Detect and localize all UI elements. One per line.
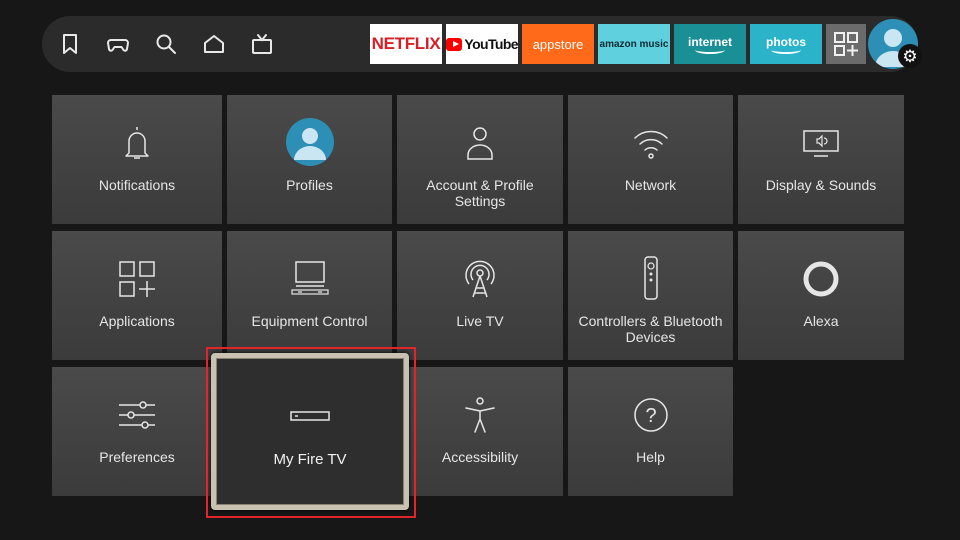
appstore-label: appstore bbox=[532, 36, 584, 52]
youtube-label: YouTube bbox=[464, 36, 518, 52]
tile-my-fire-tv[interactable]: My Fire TV bbox=[211, 353, 409, 510]
youtube-play-icon bbox=[446, 37, 463, 51]
tile-label: Live TV bbox=[456, 313, 504, 329]
youtube-app-tile[interactable]: YouTube bbox=[446, 24, 519, 64]
tile-label: Profiles bbox=[286, 177, 333, 193]
tile-label: Notifications bbox=[98, 177, 176, 193]
amazon-music-label: amazon music bbox=[599, 38, 669, 50]
tile-label: Controllers & Bluetooth Devices bbox=[578, 313, 723, 345]
tile-label: My Fire TV bbox=[273, 451, 347, 468]
tile-label: Alexa bbox=[803, 313, 839, 329]
accessibility-icon bbox=[460, 395, 500, 435]
svg-text:?: ? bbox=[645, 405, 656, 427]
tile-help[interactable]: ? Help bbox=[568, 367, 733, 496]
netflix-app-tile[interactable]: NETFLIX bbox=[370, 24, 442, 64]
netflix-label: NETFLIX bbox=[371, 34, 441, 53]
wifi-icon bbox=[631, 123, 671, 163]
help-icon: ? bbox=[631, 395, 671, 435]
tile-live-tv[interactable]: Live TV bbox=[397, 231, 563, 360]
tile-label: Accessibility bbox=[441, 449, 519, 465]
tv-equipment-icon bbox=[290, 259, 330, 299]
tile-label: Help bbox=[636, 449, 665, 465]
tile-label: Equipment Control bbox=[251, 313, 368, 329]
home-icon[interactable] bbox=[202, 32, 226, 56]
all-apps-button[interactable] bbox=[826, 24, 866, 64]
bookmark-icon[interactable] bbox=[58, 32, 82, 56]
sliders-icon bbox=[117, 395, 157, 435]
photos-app-tile[interactable]: photos bbox=[750, 24, 822, 64]
amazon-smile-icon bbox=[695, 46, 725, 54]
antenna-icon bbox=[460, 259, 500, 299]
remote-icon bbox=[631, 255, 671, 301]
applications-icon bbox=[117, 259, 157, 299]
internet-app-tile[interactable]: internet bbox=[674, 24, 746, 64]
appstore-app-tile[interactable]: appstore bbox=[522, 24, 594, 64]
tile-equipment-control[interactable]: Equipment Control bbox=[227, 231, 392, 360]
alexa-ring-icon bbox=[801, 259, 841, 299]
amazon-music-app-tile[interactable]: amazon music bbox=[598, 24, 670, 64]
apps-grid-icon bbox=[834, 32, 858, 56]
tile-label: Display & Sounds bbox=[765, 177, 877, 193]
tile-label: Preferences bbox=[99, 449, 175, 465]
search-icon[interactable] bbox=[154, 32, 178, 56]
bell-icon bbox=[117, 123, 157, 163]
tile-label: Account & Profile Settings bbox=[426, 177, 534, 209]
tile-preferences[interactable]: Preferences bbox=[52, 367, 222, 496]
tile-accessibility[interactable]: Accessibility bbox=[397, 367, 563, 496]
gamepad-icon[interactable] bbox=[106, 32, 130, 56]
display-sound-icon bbox=[801, 123, 841, 163]
tile-network[interactable]: Network bbox=[568, 95, 733, 224]
live-tv-icon[interactable] bbox=[250, 32, 274, 56]
top-navigation-bar: NETFLIX YouTube appstore amazon music in… bbox=[42, 16, 922, 72]
tile-alexa[interactable]: Alexa bbox=[738, 231, 904, 360]
tile-profiles[interactable]: Profiles bbox=[227, 95, 392, 224]
tile-label: Network bbox=[624, 177, 677, 193]
amazon-smile-icon bbox=[771, 46, 801, 54]
profile-avatar-icon bbox=[285, 118, 334, 166]
tile-label: Applications bbox=[99, 313, 175, 329]
settings-gear-icon[interactable]: ⚙ bbox=[898, 44, 922, 68]
person-icon bbox=[460, 123, 500, 163]
tile-applications[interactable]: Applications bbox=[52, 231, 222, 360]
tile-display-sounds[interactable]: Display & Sounds bbox=[738, 95, 904, 224]
fire-tv-device-icon bbox=[290, 396, 330, 436]
tile-controllers-bluetooth[interactable]: Controllers & Bluetooth Devices bbox=[568, 231, 733, 360]
tile-account-profile-settings[interactable]: Account & Profile Settings bbox=[397, 95, 563, 224]
tile-notifications[interactable]: Notifications bbox=[52, 95, 222, 224]
